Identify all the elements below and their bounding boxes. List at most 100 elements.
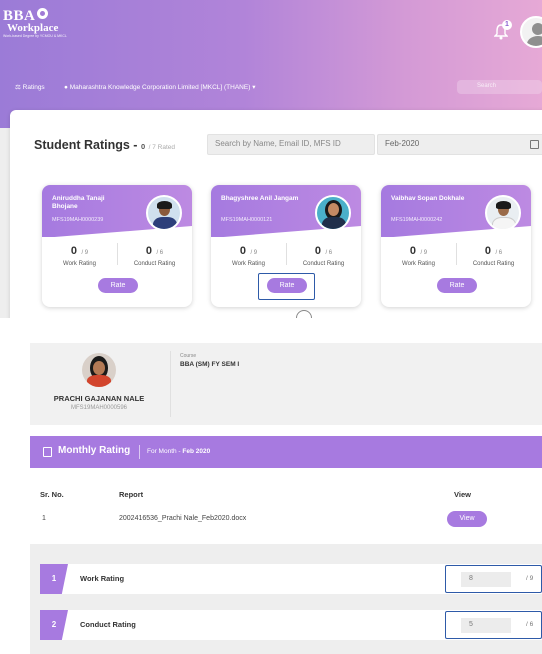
- student-photo: [146, 195, 182, 231]
- subnav-bar: ⚖ Ratings ● Maharashtra Knowledge Corpor…: [0, 80, 542, 94]
- conduct-score-max: / 6: [495, 250, 503, 256]
- student-id: MFS19MAH0000239: [52, 217, 104, 223]
- work-score-value: 0: [70, 245, 77, 257]
- conduct-rating-score: 0 / 6 Conduct Rating: [286, 241, 361, 267]
- month-picker[interactable]: Feb-2020: [377, 134, 542, 155]
- student-scores: 0 / 9 Work Rating 0 / 6 Conduct Rating: [381, 241, 531, 271]
- calendar-icon: [530, 140, 539, 149]
- work-rating-score: 0 / 9 Work Rating: [211, 241, 286, 267]
- clipboard-icon: [43, 447, 52, 457]
- rated-count: 0: [140, 142, 146, 151]
- student-id: MFS19MAH0000121: [221, 217, 273, 223]
- work-score-max: / 9: [420, 250, 428, 256]
- row-report-file: 2002416536_Prachi Nale_Feb2020.docx: [119, 515, 247, 522]
- brand-logo[interactable]: BBA Workplace Work-based Degree by YCMOU…: [3, 8, 93, 39]
- notification-bell-icon[interactable]: 1: [494, 20, 512, 40]
- work-score-value: 0: [239, 245, 246, 257]
- rating-number: 2: [40, 610, 68, 640]
- work-rating-max: / 9: [526, 575, 534, 582]
- student-search-input[interactable]: Search by Name, Email ID, MFS ID: [207, 134, 375, 155]
- student-photo: [315, 195, 351, 231]
- work-rating-label: Work Rating: [402, 261, 435, 267]
- chevron-down-icon: ▾: [252, 84, 256, 91]
- conduct-rating-max: / 6: [526, 621, 534, 628]
- conduct-rating-score: 0 / 6 Conduct Rating: [117, 241, 192, 267]
- header-divider: [139, 445, 140, 459]
- student-scores: 0 / 9 Work Rating 0 / 6 Conduct Rating: [42, 241, 192, 271]
- organization-label: Maharashtra Knowledge Corporation Limite…: [69, 84, 251, 91]
- student-card: Vaibhav Sopan Dokhale MFS19MAH0000242 0 …: [381, 185, 531, 307]
- student-photo: [485, 195, 521, 231]
- ratings-label: Ratings: [22, 84, 45, 91]
- conduct-rating-field: 5 / 6: [445, 611, 542, 639]
- rating-label: Work Rating: [80, 574, 125, 583]
- rate-button[interactable]: Rate: [98, 278, 138, 293]
- conduct-rating-input[interactable]: 5: [461, 618, 511, 633]
- student-mfs-id: MFS19MAH0000596: [70, 405, 128, 411]
- conduct-rating-row: 2 Conduct Rating 5 / 6: [40, 610, 542, 640]
- conduct-rating-label: Conduct Rating: [472, 261, 515, 267]
- work-rating-field: 8 / 9: [445, 565, 542, 593]
- student-scores: 0 / 9 Work Rating 0 / 6 Conduct Rating: [211, 241, 361, 271]
- page-title: Student Ratings -: [34, 138, 138, 152]
- rate-button[interactable]: Rate: [437, 278, 477, 293]
- brand-at-icon: [37, 8, 49, 19]
- course-value: BBA (SM) FY SEM I: [180, 361, 240, 368]
- organization-selector[interactable]: ● Maharashtra Knowledge Corporation Limi…: [64, 83, 255, 91]
- app-header: BBA Workplace Work-based Degree by YCMOU…: [0, 0, 542, 128]
- brand-line2: Workplace: [7, 22, 59, 34]
- student-name: Bhagyshree Anil Jangam: [221, 195, 299, 202]
- monthly-rating-header: Monthly Rating For Month - Feb 2020: [30, 436, 542, 468]
- work-score-value: 0: [409, 245, 416, 257]
- work-score-max: / 9: [81, 250, 89, 256]
- student-name: Vaibhav Sopan Dokhale: [391, 195, 465, 202]
- conduct-score-max: / 6: [156, 250, 164, 256]
- student-card: Aniruddha Tanaji Bhojane MFS19MAH0000239…: [42, 185, 192, 307]
- rating-inputs-section: 1 Work Rating 8 / 9 2 Conduct Rating 5 /…: [30, 544, 542, 654]
- global-search-input[interactable]: Search: [457, 80, 542, 94]
- work-rating-row: 1 Work Rating 8 / 9: [40, 564, 542, 594]
- monthly-rating-title: Monthly Rating: [58, 445, 131, 456]
- report-table: Sr. No. Report View 1 2002416536_Prachi …: [30, 468, 542, 544]
- work-rating-score: 0 / 9 Work Rating: [42, 241, 117, 267]
- conduct-rating-label: Conduct Rating: [302, 261, 345, 267]
- for-month-prefix: For Month -: [147, 448, 181, 455]
- col-header-sr-no: Sr. No.: [40, 490, 64, 499]
- work-rating-score: 0 / 9 Work Rating: [381, 241, 456, 267]
- user-avatar[interactable]: [520, 16, 542, 48]
- brand-tagline: Work-based Degree by YCMOU & MKCL: [3, 34, 67, 38]
- conduct-rating-label: Conduct Rating: [133, 261, 176, 267]
- student-profile-card: PRACHI GAJANAN NALE MFS19MAH0000596 Cour…: [30, 343, 542, 425]
- ratings-icon: ⚖: [15, 84, 23, 91]
- screenshot-root: BBA Workplace Work-based Degree by YCMOU…: [0, 0, 542, 654]
- work-rating-input[interactable]: 8: [461, 572, 511, 587]
- month-value: Feb-2020: [385, 139, 420, 148]
- rate-button-highlight: [258, 273, 315, 300]
- student-ratings-title: Student Ratings - 0 / 7 Rated: [34, 138, 175, 152]
- ratings-breadcrumb[interactable]: ⚖ Ratings: [15, 83, 45, 91]
- conduct-score-value: 0: [145, 245, 152, 257]
- col-header-report: Report: [119, 490, 144, 499]
- work-score-max: / 9: [250, 250, 258, 256]
- student-ratings-panel: BBA Workplace Work-based Degree by YCMOU…: [0, 0, 542, 318]
- student-full-name: PRACHI GAJANAN NALE: [53, 394, 145, 403]
- notification-count-badge: 1: [502, 20, 512, 30]
- profile-divider: [170, 351, 171, 417]
- conduct-score-value: 0: [314, 245, 321, 257]
- student-id: MFS19MAH0000242: [391, 217, 443, 223]
- course-label: Course: [180, 353, 197, 359]
- rating-number: 1: [40, 564, 68, 594]
- work-rating-label: Work Rating: [232, 261, 265, 267]
- location-pin-icon: ●: [64, 84, 68, 91]
- row-sr-no: 1: [42, 515, 46, 522]
- month-value: Feb 2020: [182, 448, 211, 455]
- conduct-score-value: 0: [484, 245, 491, 257]
- conduct-rating-score: 0 / 6 Conduct Rating: [456, 241, 531, 267]
- student-name: Aniruddha Tanaji Bhojane: [52, 195, 105, 210]
- view-report-button[interactable]: View: [447, 511, 487, 527]
- student-avatar: [82, 353, 116, 387]
- rating-label: Conduct Rating: [80, 620, 136, 629]
- rated-suffix: / 7 Rated: [148, 144, 175, 151]
- col-header-view: View: [454, 490, 471, 499]
- work-rating-label: Work Rating: [63, 261, 96, 267]
